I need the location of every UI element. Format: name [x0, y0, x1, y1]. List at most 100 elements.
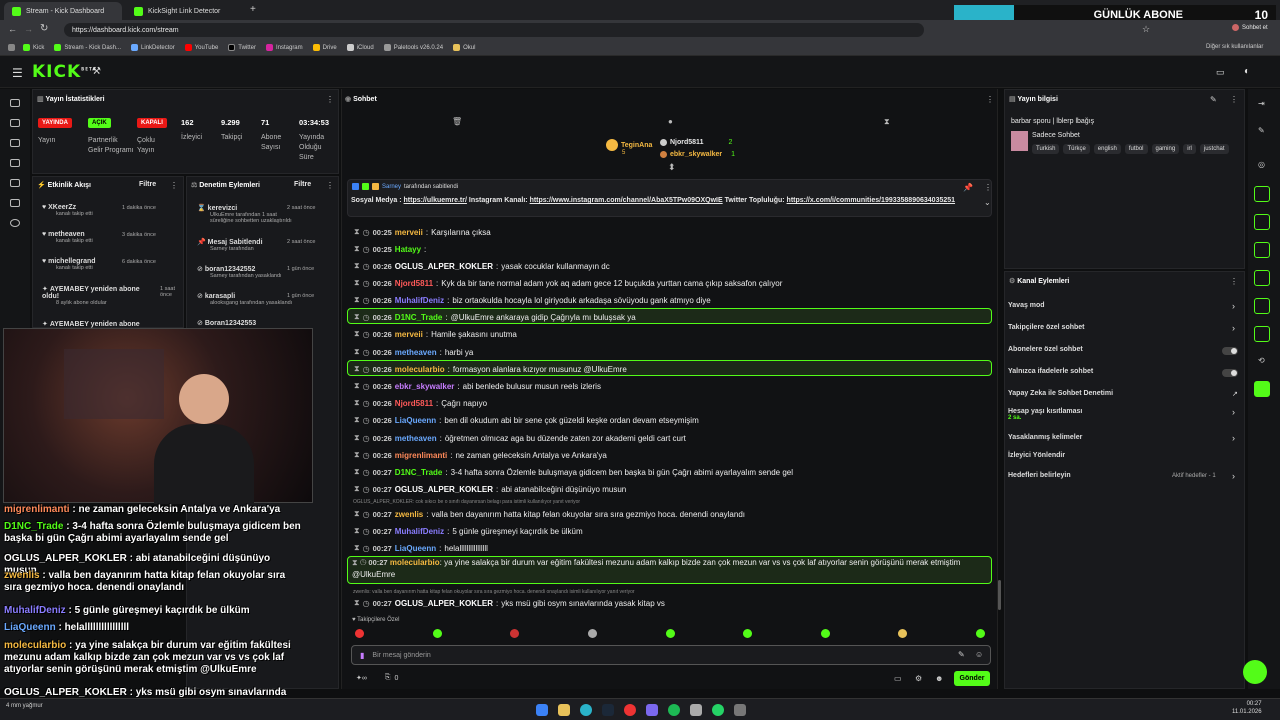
tab-kicksight[interactable]: KickSight Link Detector: [126, 2, 244, 20]
channel-points[interactable]: ✦∞ ⎘ 0: [356, 674, 398, 682]
app-icon[interactable]: [690, 704, 702, 716]
mod-icon[interactable]: ⧗: [354, 295, 360, 305]
bookmark-stream[interactable]: Stream - Kick Dash...: [54, 44, 121, 51]
moderation-item[interactable]: ⊘ karasapli 1 gün önce alooksgang tarafınd…: [197, 292, 332, 306]
collapse-right-icon[interactable]: ⇥: [1258, 99, 1265, 108]
hammer-icon[interactable]: ⚒: [92, 66, 101, 77]
message-username[interactable]: D1NC_Trade: [395, 468, 443, 477]
mod-icon[interactable]: ⧗: [354, 227, 360, 237]
toggle-switch[interactable]: [1222, 347, 1238, 355]
message-username[interactable]: Njord5811: [395, 279, 433, 288]
mod-icon[interactable]: ⧗: [354, 484, 360, 494]
kick-logo[interactable]: KICKBETA: [32, 62, 96, 82]
chat-message[interactable]: ⧗ ◷ 00:27 OGLUS_ALPER_KOKLER: abi atanab…: [354, 481, 626, 497]
bookmark-instagram[interactable]: Instagram: [265, 44, 303, 51]
target-icon[interactable]: ◎: [1258, 160, 1265, 169]
chat-fab-button[interactable]: [1243, 660, 1267, 684]
start-icon[interactable]: [536, 704, 548, 716]
message-username[interactable]: MuhalifDeniz: [395, 296, 444, 305]
channel-action-item[interactable]: Yasaklanmış kelimeler: [1008, 434, 1082, 441]
activity-more-icon[interactable]: ⋮: [170, 181, 178, 190]
pinned-link[interactable]: https://www.instagram.com/channel/AbaX5T…: [530, 197, 723, 204]
collapse-icon[interactable]: [10, 99, 20, 107]
message-username[interactable]: metheaven: [395, 434, 437, 443]
tab-kick-dashboard[interactable]: Stream - Kick Dashboard: [4, 2, 122, 20]
mod-icon[interactable]: ⧗: [354, 364, 360, 374]
chat-message[interactable]: ⧗ ◷ 00:26 LiaQueenn: ben dil okudum abi …: [354, 412, 699, 428]
chevron-right-icon[interactable]: ›: [1232, 407, 1235, 417]
tag-chip[interactable]: futbol: [1124, 144, 1148, 154]
chat-message[interactable]: ⧗ ◷ 00:27 OGLUS_ALPER_KOKLER: yks msü gi…: [354, 595, 665, 611]
activity-item[interactable]: ♥ michellegrand 6 dakika önce kanalı takip…: [42, 258, 177, 271]
tag-chip[interactable]: english: [1093, 144, 1121, 154]
bookmark-drive[interactable]: Drive: [312, 44, 337, 51]
app-icon[interactable]: [734, 704, 746, 716]
chat-message[interactable]: ⧗ ◷ 00:26 metheaven: harbi ya: [354, 344, 473, 360]
chat-message[interactable]: ⧗ ◷ 00:27 D1NC_Trade: 3-4 hafta sonra Öz…: [354, 464, 793, 480]
pinned-link[interactable]: https://x.com/i/communities/199335889063…: [787, 197, 955, 204]
rail-button-active[interactable]: [1254, 381, 1270, 397]
message-username[interactable]: D1NC_Trade: [395, 313, 443, 322]
wallet-icon[interactable]: [10, 159, 20, 167]
moderation-filter-button[interactable]: Filtre: [294, 181, 311, 188]
message-username[interactable]: merveii: [395, 330, 423, 339]
emote-icon[interactable]: [665, 629, 675, 638]
moderation-more-icon[interactable]: ⋮: [326, 181, 334, 190]
menu-icon[interactable]: ☰: [12, 66, 23, 80]
forward-icon[interactable]: →: [24, 24, 33, 34]
mod-icon[interactable]: ⧗: [354, 244, 360, 254]
chat-bubble-icon[interactable]: ●: [668, 117, 673, 126]
mic-icon[interactable]: ▮: [360, 651, 364, 660]
message-username[interactable]: ebkr_skywalker: [395, 382, 455, 391]
edge-icon[interactable]: [580, 704, 592, 716]
chat-message[interactable]: ⧗ ◷ 00:25 Hatayy:: [354, 241, 429, 257]
channel-action-item[interactable]: Yalnızca ifadelerle sohbet: [1008, 368, 1093, 375]
emote-icon[interactable]: [587, 629, 597, 638]
rail-button[interactable]: [1254, 214, 1270, 230]
emote-icon[interactable]: [432, 629, 442, 638]
mod-icon[interactable]: ⧗: [354, 467, 360, 477]
community-icon[interactable]: [10, 199, 20, 207]
mod-icon[interactable]: ⧗: [354, 415, 360, 425]
rail-button[interactable]: [1254, 298, 1270, 314]
rail-button[interactable]: [1254, 270, 1270, 286]
moderation-item[interactable]: ⊘ boran12342552 1 gün önce Sarney tarafınd…: [197, 265, 332, 279]
emote-icon[interactable]: [743, 629, 753, 638]
top-gifter-1[interactable]: TeginAna: [606, 139, 652, 151]
chevron-right-icon[interactable]: ›: [1232, 433, 1235, 443]
mod-icon[interactable]: ⧗: [354, 347, 360, 357]
message-username[interactable]: LiaQueenn: [395, 544, 436, 553]
mod-icon[interactable]: ⧗: [354, 433, 360, 443]
chevron-right-icon[interactable]: ›: [1232, 323, 1235, 333]
pin-icon[interactable]: 📌: [963, 183, 973, 192]
activity-item[interactable]: ♥ XKeerZz 1 dakika önce kanalı takip etti: [42, 204, 177, 217]
emote-icon[interactable]: [510, 629, 520, 638]
bookmark-paletools[interactable]: Paletools v26.0.24: [383, 44, 443, 51]
emote-icon[interactable]: [355, 629, 364, 638]
pencil-icon[interactable]: ✎: [1258, 126, 1265, 135]
send-button[interactable]: Gönder: [954, 671, 990, 686]
message-username[interactable]: zwenlis: [395, 510, 423, 519]
chat-message[interactable]: ⧗ ◷ 00:26 D1NC_Trade: @UlkuEmre ankaraya…: [354, 309, 636, 325]
mod-icon[interactable]: ⧗: [354, 526, 360, 536]
new-tab-icon[interactable]: +: [250, 4, 256, 15]
stream-category[interactable]: Sadece Sohbet: [1032, 132, 1080, 139]
mod-icon[interactable]: ⧗: [354, 278, 360, 288]
user-icon[interactable]: ◐: [1244, 66, 1250, 77]
mod-icon[interactable]: ⧗: [354, 312, 360, 322]
monitor-icon[interactable]: ▭: [1216, 67, 1225, 78]
channel-action-item[interactable]: Abonelere özel sohbet: [1008, 346, 1083, 353]
chat-message[interactable]: ⧗ ◷ 00:27 zwenlis: valla ben dayanırım h…: [354, 506, 745, 522]
bookmark-icloud[interactable]: iCloud: [346, 44, 374, 51]
message-username[interactable]: Hatayy: [395, 245, 421, 254]
chevron-down-icon[interactable]: ⌄: [984, 198, 991, 207]
wand-icon[interactable]: ✎: [958, 650, 965, 659]
chat-message[interactable]: ⧗ ◷ 00:26 ebkr_skywalker: abi benlede bu…: [354, 378, 601, 394]
mod-icon[interactable]: ⧗: [354, 329, 360, 339]
mod-icon[interactable]: ⧗: [352, 558, 358, 567]
tag-chip[interactable]: gaming: [1151, 144, 1180, 154]
message-username[interactable]: OGLUS_ALPER_KOKLER: [395, 485, 493, 494]
top-gifter-3[interactable]: ebkr_skywalker 1: [660, 151, 735, 158]
activity-filter-button[interactable]: Filtre: [139, 181, 156, 188]
stats-more-icon[interactable]: ⋮: [326, 95, 334, 104]
